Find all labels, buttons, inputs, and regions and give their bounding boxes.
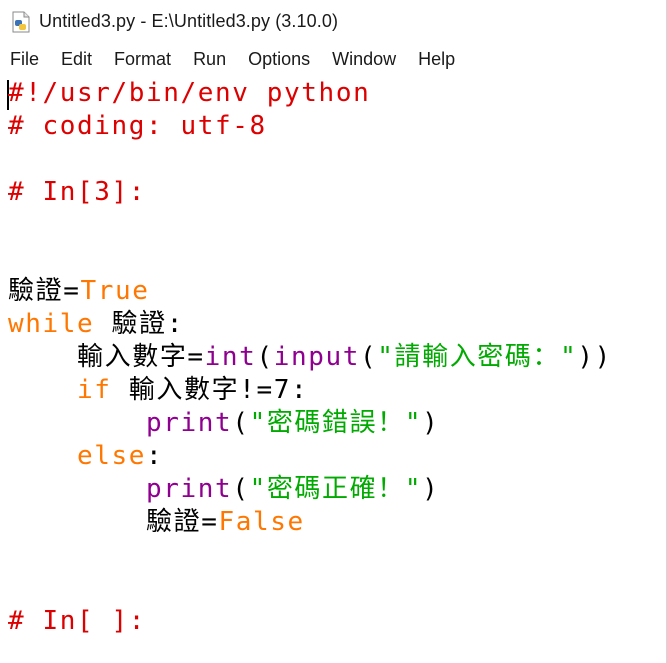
paren: (	[256, 342, 274, 372]
menu-options[interactable]: Options	[248, 49, 310, 70]
code-line-9: 輸入數字=int(input("請輸入密碼："))	[8, 341, 612, 374]
code-line-12: else:	[8, 440, 612, 473]
code-line-11: print("密碼錯誤！")	[8, 407, 612, 440]
colon: :	[146, 441, 164, 471]
comment: #!/usr/bin/env python	[8, 78, 371, 108]
code-line-4: # In[3]:	[8, 176, 612, 209]
comment: # coding: utf-8	[8, 111, 267, 141]
menu-format[interactable]: Format	[114, 49, 171, 70]
code-line-1: #!/usr/bin/env python	[8, 77, 612, 110]
variable: 輸入數字=	[77, 342, 205, 372]
keyword: if	[77, 375, 112, 405]
code-line-16-blank	[8, 572, 612, 605]
title-bar[interactable]: Untitled3.py - E:\Untitled3.py (3.10.0)	[0, 0, 667, 43]
keyword: False	[218, 507, 305, 537]
code-line-13: print("密碼正確！")	[8, 473, 612, 506]
expression: 輸入數字!=7:	[111, 375, 309, 405]
code-line-15-blank	[8, 539, 612, 572]
python-file-icon	[10, 11, 32, 33]
builtin: print	[146, 474, 233, 504]
comment: # In[3]:	[8, 177, 147, 207]
paren: )	[422, 474, 440, 504]
code-line-2: # coding: utf-8	[8, 110, 612, 143]
menu-edit[interactable]: Edit	[61, 49, 92, 70]
keyword: else	[77, 441, 147, 471]
code-lines: #!/usr/bin/env python # coding: utf-8 # …	[8, 77, 612, 638]
window-title: Untitled3.py - E:\Untitled3.py (3.10.0)	[39, 11, 339, 31]
keyword: while	[8, 309, 95, 339]
comment: # In[ ]:	[8, 606, 147, 636]
variable: 驗證:	[111, 309, 185, 339]
menu-window[interactable]: Window	[332, 49, 396, 70]
string: "密碼正確！"	[249, 474, 423, 504]
code-line-17: # In[ ]:	[8, 605, 612, 638]
menu-help[interactable]: Help	[418, 49, 455, 70]
code-line-6-blank	[8, 242, 612, 275]
paren: (	[359, 342, 378, 372]
string: "請輸入密碼："	[377, 342, 578, 372]
menu-run[interactable]: Run	[193, 49, 226, 70]
code-line-8: while 驗證:	[8, 308, 612, 341]
code-line-3-blank	[8, 143, 612, 176]
paren: )	[422, 408, 440, 438]
builtin: print	[146, 408, 233, 438]
variable: 驗證	[8, 276, 64, 306]
menu-bar: File Edit Format Run Options Window Help	[0, 43, 667, 76]
keyword: True	[80, 276, 150, 306]
code-editor[interactable]: #!/usr/bin/env python # coding: utf-8 # …	[0, 76, 666, 663]
code-line-14: 驗證=False	[8, 506, 612, 539]
paren: (	[232, 408, 250, 438]
variable: 驗證=	[146, 507, 219, 537]
code-line-10: if 輸入數字!=7:	[8, 374, 612, 407]
paren: (	[232, 474, 250, 504]
code-line-5-blank	[8, 209, 612, 242]
operator: =	[63, 276, 81, 306]
code-line-7: 驗證=True	[8, 275, 612, 308]
string: "密碼錯誤！"	[249, 408, 423, 438]
paren: ))	[577, 342, 612, 372]
menu-file[interactable]: File	[10, 49, 39, 70]
builtin: input	[273, 342, 360, 372]
builtin: int	[204, 342, 257, 372]
